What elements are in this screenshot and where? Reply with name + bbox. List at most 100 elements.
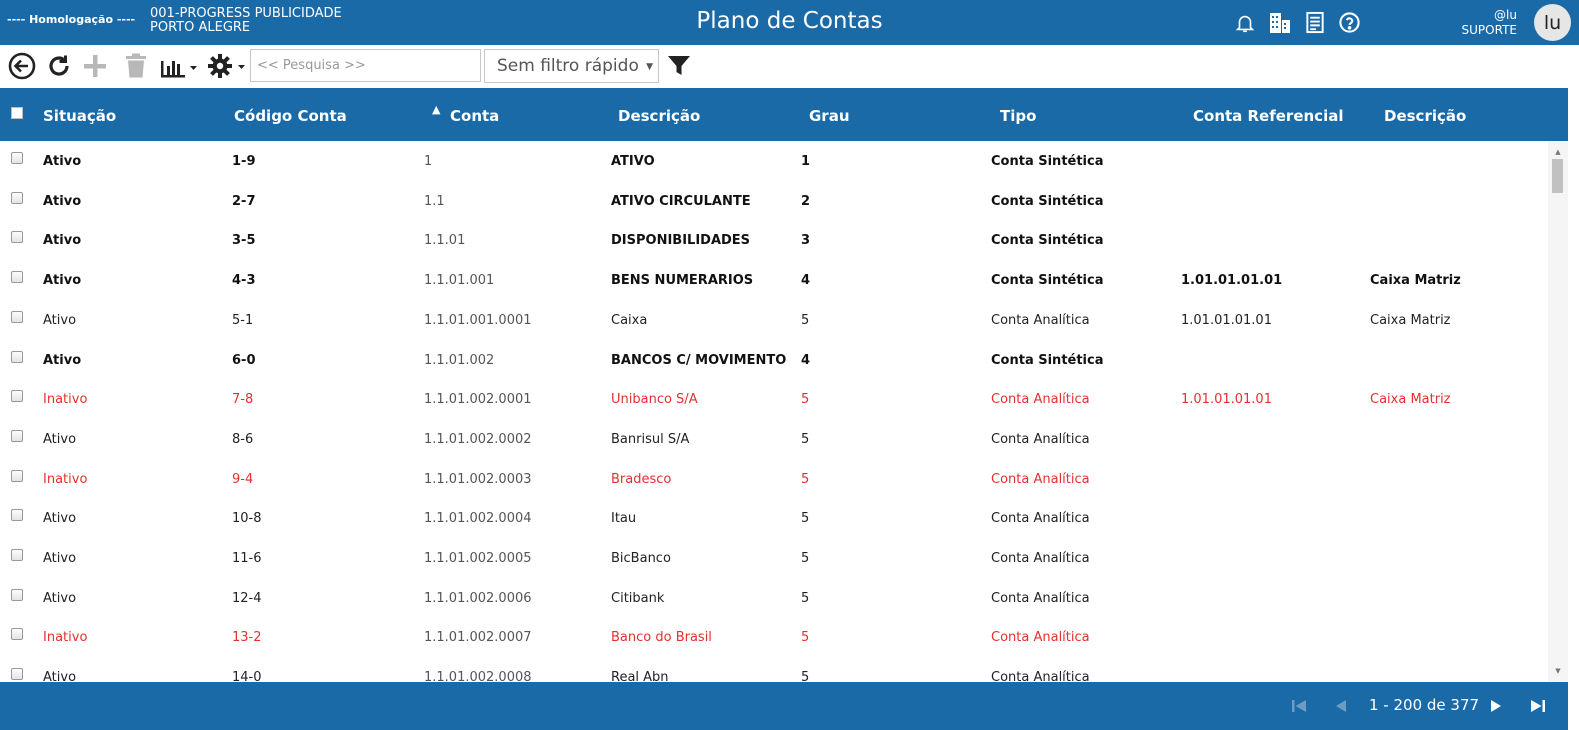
cell-grau: 5 (801, 670, 810, 682)
row-checkbox[interactable] (11, 390, 23, 403)
next-page-icon[interactable] (1487, 694, 1505, 718)
cell-situacao: Ativo (43, 511, 77, 527)
row-checkbox[interactable] (11, 628, 23, 641)
delete-icon[interactable] (123, 52, 149, 80)
table-row[interactable]: Ativo 12-4 1.1.01.002.0006 Citibank 5 Conta A… (0, 578, 1548, 618)
avatar[interactable]: lu (1534, 4, 1571, 41)
cell-codigo-conta: 1-9 (232, 154, 256, 169)
row-checkbox[interactable] (11, 152, 23, 164)
row-checkbox[interactable] (11, 310, 23, 323)
cell-situacao: Ativo (43, 590, 77, 606)
cell-descricao: Unibanco S/A (611, 392, 698, 408)
cell-tipo: Conta Analítica (991, 431, 1090, 447)
cell-codigo-conta: 8-6 (232, 431, 254, 447)
help-icon[interactable] (1337, 10, 1362, 35)
cell-codigo-conta: 6-0 (232, 352, 256, 368)
table-row[interactable]: Ativo 5-1 1.1.01.001.0001 Caixa 5 Conta Analí… (0, 300, 1548, 340)
row-checkbox[interactable] (11, 191, 23, 204)
table-row[interactable]: Ativo 4-3 1.1.01.001 BENS NUMERARIOS 4 Conta … (0, 260, 1548, 300)
cell-codigo-conta: 11-6 (232, 551, 262, 566)
cell-tipo: Conta Sintética (991, 273, 1104, 289)
row-checkbox[interactable] (11, 509, 23, 522)
building-icon[interactable] (1267, 10, 1292, 35)
table-row[interactable]: Inativo 9-4 1.1.01.002.0003 Bradesco 5 Conta … (0, 459, 1548, 499)
table-body: Ativo 1-9 1 ATIVO 1 Conta Sintética Ativo 2-7 1.… (0, 141, 1548, 682)
cell-situacao: Inativo (43, 392, 88, 408)
pagination-bar: 1 - 200 de 377 (0, 682, 1568, 730)
cell-descricao: Real Abn (611, 670, 669, 682)
table-row[interactable]: Ativo 3-5 1.1.01 DISPONIBILIDADES 3 Conta Sin… (0, 220, 1548, 260)
cell-tipo: Conta Analítica (991, 392, 1090, 408)
user-role: SUPORTE (1461, 23, 1517, 37)
scroll-up-icon[interactable]: ▲ (1548, 145, 1568, 159)
cell-descricao-referencial: Caixa Matriz (1370, 392, 1451, 408)
cell-conta: 1.1 (424, 193, 445, 209)
column-header-descricao[interactable]: Descrição (618, 107, 700, 125)
cell-conta: 1.1.01.002.0002 (424, 431, 532, 447)
company-info[interactable]: 001-PROGRESS PUBLICIDADE PORTO ALEGRE (150, 7, 342, 35)
cell-codigo-conta: 4-3 (232, 273, 256, 289)
table-row[interactable]: Ativo 6-0 1.1.01.002 BANCOS C/ MOVIMENTO 4 Co… (0, 340, 1548, 380)
user-info[interactable]: @lu SUPORTE (1462, 8, 1517, 38)
cell-conta: 1.1.01 (424, 233, 466, 249)
column-header-descricao-referencial[interactable]: Descrição (1384, 107, 1466, 125)
table-row[interactable]: Ativo 10-8 1.1.01.002.0004 Itau 5 Conta Analí… (0, 498, 1548, 538)
back-icon[interactable] (7, 52, 37, 80)
cell-situacao: Ativo (43, 551, 77, 566)
refresh-icon[interactable] (45, 52, 73, 80)
chevron-down-icon: ▼ (646, 62, 653, 72)
last-page-icon[interactable] (1528, 694, 1548, 718)
row-checkbox[interactable] (11, 429, 23, 442)
column-header-conta-referencial[interactable]: Conta Referencial (1193, 107, 1343, 125)
cell-grau: 5 (801, 392, 810, 408)
column-header-conta[interactable]: Conta (450, 107, 499, 125)
pagination-info: 1 - 200 de 377 (1369, 696, 1480, 714)
select-all-checkbox[interactable] (11, 107, 23, 119)
first-page-icon[interactable] (1289, 694, 1309, 718)
quick-filter-select[interactable]: Sem filtro rápido ▼ (484, 49, 659, 83)
table-row[interactable]: Inativo 13-2 1.1.01.002.0007 Banco do Brasi… (0, 617, 1548, 657)
table-row[interactable]: Inativo 7-8 1.1.01.002.0001 Unibanco S/A 5 Co… (0, 379, 1548, 419)
cell-situacao: Ativo (43, 352, 82, 368)
column-header-situacao[interactable]: Situação (43, 107, 116, 125)
row-checkbox[interactable] (11, 350, 23, 363)
settings-icon[interactable] (206, 52, 248, 80)
scroll-down-icon[interactable]: ▼ (1548, 664, 1568, 678)
table-row[interactable]: Ativo 8-6 1.1.01.002.0002 Banrisul S/A 5 Cont… (0, 419, 1548, 459)
cell-descricao: BicBanco (611, 551, 671, 566)
column-header-codigo-conta[interactable]: Código Conta (234, 107, 347, 125)
table-row[interactable]: Ativo 1-9 1 ATIVO 1 Conta Sintética (0, 141, 1548, 181)
table-row[interactable]: Ativo 14-0 1.1.01.002.0008 Real Abn 5 Conta A… (0, 657, 1548, 682)
previous-page-icon[interactable] (1332, 694, 1350, 718)
cell-tipo: Conta Analítica (991, 590, 1090, 606)
bell-icon[interactable] (1232, 10, 1257, 35)
cell-grau: 5 (801, 511, 810, 527)
add-icon[interactable] (81, 52, 109, 80)
table-row[interactable]: Ativo 2-7 1.1 ATIVO CIRCULANTE 2 Conta Sintét… (0, 181, 1548, 221)
row-checkbox[interactable] (11, 231, 23, 244)
cell-conta: 1.1.01.002.0005 (424, 551, 532, 566)
row-checkbox[interactable] (11, 588, 23, 601)
search-input[interactable] (250, 49, 481, 82)
column-header-tipo[interactable]: Tipo (1000, 107, 1036, 125)
document-icon[interactable] (1302, 10, 1327, 35)
filter-icon[interactable] (665, 52, 693, 80)
table-row[interactable]: Ativo 11-6 1.1.01.002.0005 BicBanco 5 Conta A… (0, 538, 1548, 578)
cell-tipo: Conta Analítica (991, 511, 1090, 527)
row-checkbox[interactable] (11, 549, 23, 561)
scrollbar-thumb[interactable] (1552, 159, 1563, 193)
column-header-grau[interactable]: Grau (809, 107, 850, 125)
cell-grau: 5 (801, 590, 810, 606)
cell-codigo-conta: 9-4 (232, 471, 254, 487)
user-handle: @lu (1494, 8, 1517, 22)
row-checkbox[interactable] (11, 271, 23, 284)
vertical-scrollbar[interactable]: ▲ ▼ (1548, 141, 1568, 682)
cell-descricao: BANCOS C/ MOVIMENTO (611, 352, 787, 368)
cell-codigo-conta: 13-2 (232, 630, 262, 646)
row-checkbox[interactable] (11, 469, 23, 482)
row-checkbox[interactable] (11, 668, 23, 681)
chart-icon[interactable] (158, 52, 200, 80)
cell-situacao: Ativo (43, 312, 77, 328)
cell-grau: 5 (801, 431, 810, 447)
cell-codigo-conta: 3-5 (232, 233, 256, 249)
